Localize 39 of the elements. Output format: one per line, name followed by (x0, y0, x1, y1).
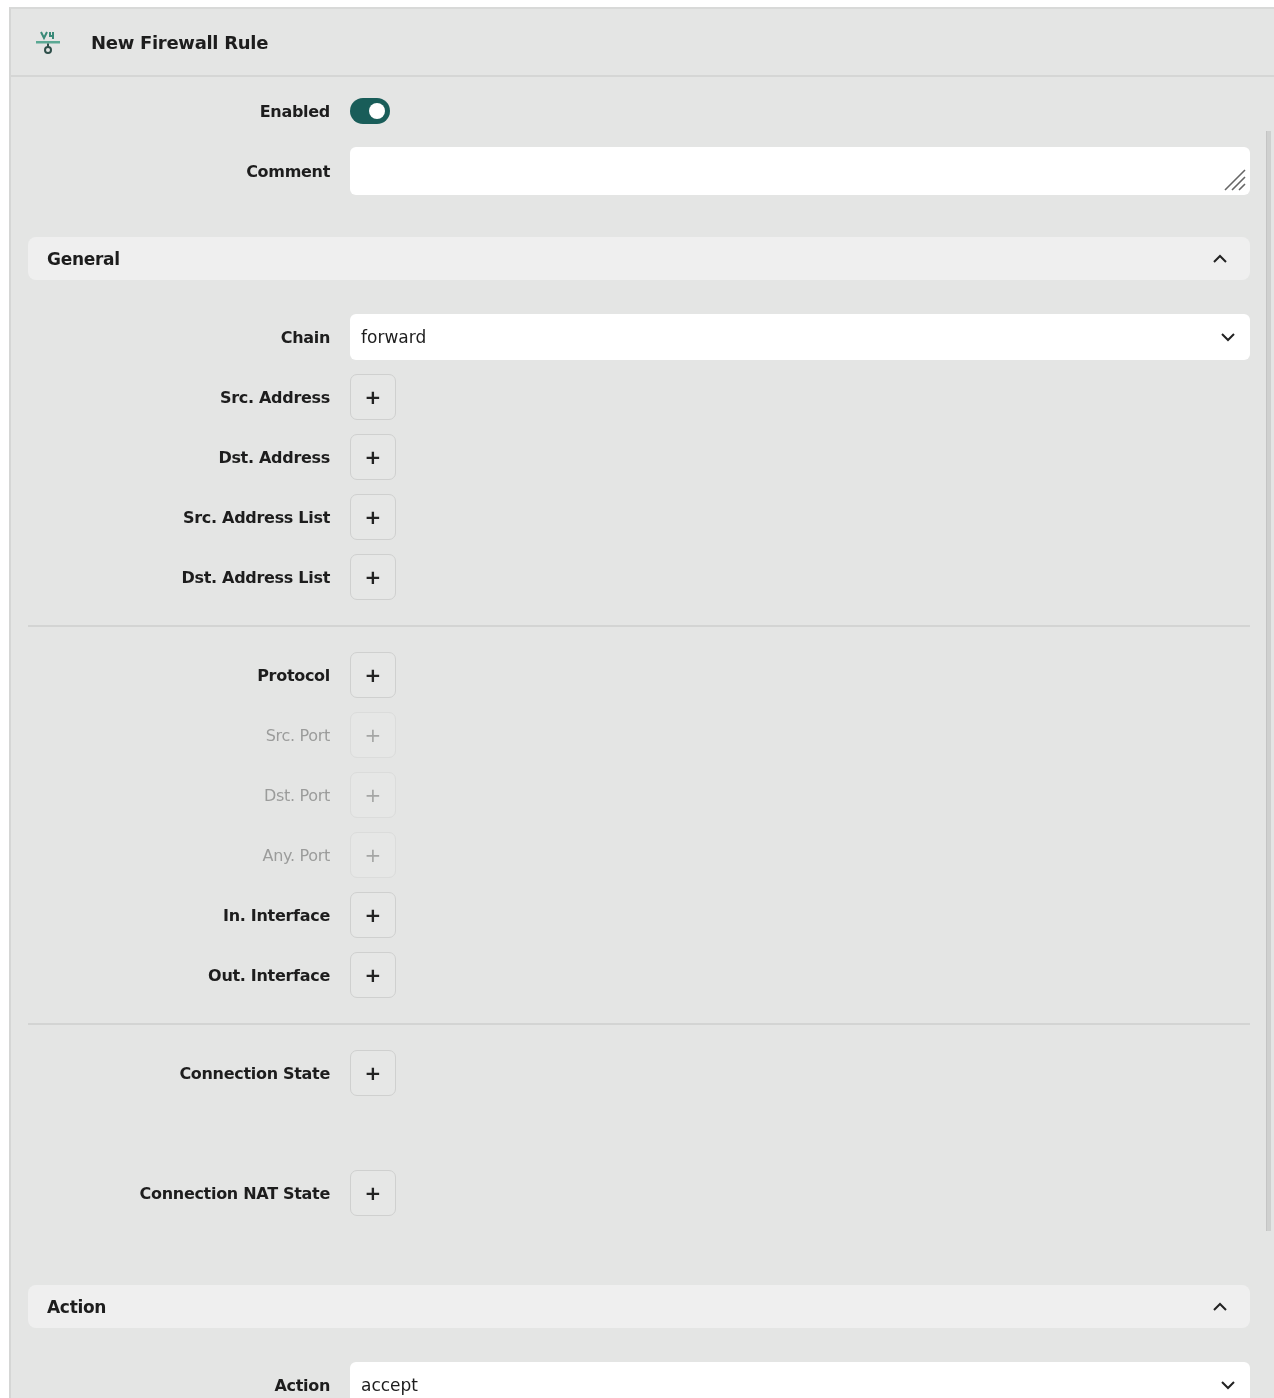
add-button[interactable]: + (350, 1050, 396, 1096)
chevron-icon (1212, 1301, 1228, 1312)
field-label: In. Interface (222, 905, 331, 925)
add-button[interactable]: + (350, 374, 396, 420)
add-button[interactable]: + (350, 1170, 396, 1216)
section-header[interactable]: General (28, 237, 1250, 280)
field-label: Protocol (256, 665, 331, 685)
field-label: Comment (245, 161, 331, 181)
add-button[interactable]: + (350, 494, 396, 540)
chevron-down-icon (1220, 332, 1236, 342)
field-label: Dst. Address List (180, 567, 331, 587)
section-header[interactable]: Action (28, 1285, 1250, 1328)
comment-field[interactable] (350, 147, 1250, 195)
chevron-down-icon (1220, 1380, 1236, 1390)
window-title: New Firewall Rule (91, 31, 269, 53)
resize-grip-icon (1223, 168, 1247, 192)
add-button[interactable]: + (350, 892, 396, 938)
field-label: Connection State (178, 1063, 331, 1083)
field-label: Src. Address List (182, 507, 331, 527)
field-label: Chain (279, 327, 331, 347)
field-label: Dst. Port (262, 785, 331, 805)
chevron-icon (1212, 253, 1228, 264)
scrollbar[interactable] (1266, 131, 1271, 1231)
network-icon (35, 29, 61, 55)
field-label: Connection NAT State (138, 1183, 331, 1203)
field-label: Src. Address (218, 387, 331, 407)
add-button[interactable]: + (350, 434, 396, 480)
dropdown-field[interactable]: accept (350, 1362, 1250, 1398)
field-label: Enabled (258, 101, 331, 121)
field-label: Out. Interface (207, 965, 331, 985)
add-button[interactable]: + (350, 554, 396, 600)
field-label: Action (273, 1375, 331, 1395)
field-label: Dst. Address (217, 447, 331, 467)
dropdown-field[interactable]: forward (350, 314, 1250, 360)
field-label: Any. Port (261, 845, 331, 865)
add-button[interactable]: + (350, 652, 396, 698)
toggle-switch[interactable] (350, 98, 390, 124)
field-label: Src. Port (264, 725, 331, 745)
add-button[interactable]: + (350, 952, 396, 998)
